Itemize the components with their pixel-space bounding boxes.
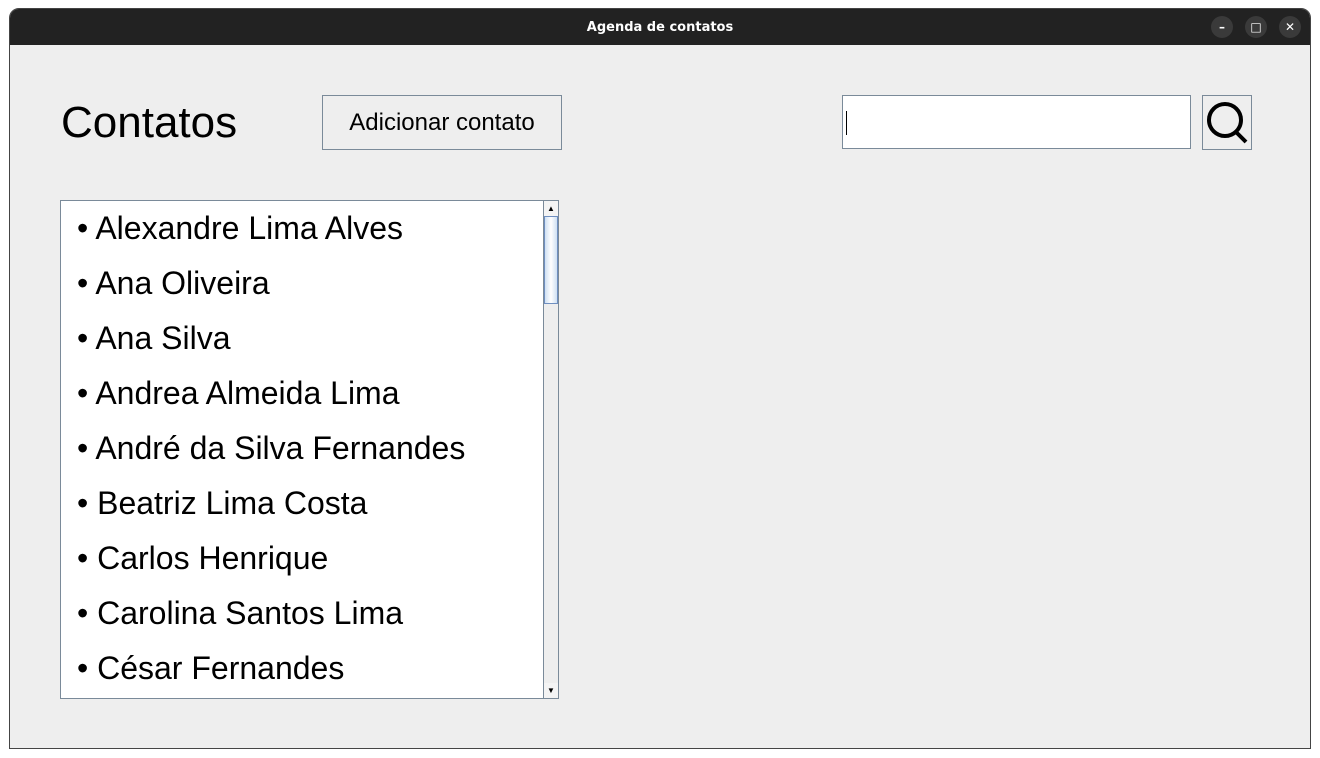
app-window: Agenda de contatos – □ ✕ Contatos Adicio…: [9, 8, 1311, 749]
list-item[interactable]: • Beatriz Lima Costa: [61, 476, 558, 531]
list-item[interactable]: • André da Silva Fernandes: [61, 421, 558, 476]
scroll-down-icon[interactable]: ▼: [544, 683, 558, 698]
list-item[interactable]: • Andrea Almeida Lima: [61, 366, 558, 421]
vertical-scrollbar[interactable]: ▲ ▼: [543, 201, 558, 698]
list-item[interactable]: • Carolina Santos Lima: [61, 586, 558, 641]
minimize-icon[interactable]: –: [1211, 16, 1233, 38]
search-icon: [1207, 102, 1248, 144]
list-item[interactable]: • Carlos Henrique: [61, 531, 558, 586]
title-bar: Agenda de contatos – □ ✕: [10, 9, 1310, 45]
scroll-thumb[interactable]: [544, 216, 558, 304]
search-button[interactable]: [1202, 95, 1252, 150]
page-title: Contatos: [61, 98, 238, 147]
maximize-icon[interactable]: □: [1245, 16, 1267, 38]
list-item[interactable]: • Ana Silva: [61, 311, 558, 366]
text-caret: [846, 111, 847, 135]
list-item[interactable]: • César Fernandes: [61, 641, 558, 696]
add-contact-button[interactable]: Adicionar contato: [322, 95, 562, 150]
list-item[interactable]: • Ana Oliveira: [61, 256, 558, 311]
close-icon[interactable]: ✕: [1279, 16, 1301, 38]
scroll-up-icon[interactable]: ▲: [544, 201, 558, 216]
search-input[interactable]: [842, 95, 1191, 149]
window-title: Agenda de contatos: [586, 19, 734, 35]
list-item[interactable]: • Alexandre Lima Alves: [61, 201, 558, 256]
contacts-list[interactable]: • Alexandre Lima Alves • Ana Oliveira • An…: [60, 200, 559, 699]
contact-list-items: • Alexandre Lima Alves • Ana Oliveira • An…: [61, 201, 558, 696]
